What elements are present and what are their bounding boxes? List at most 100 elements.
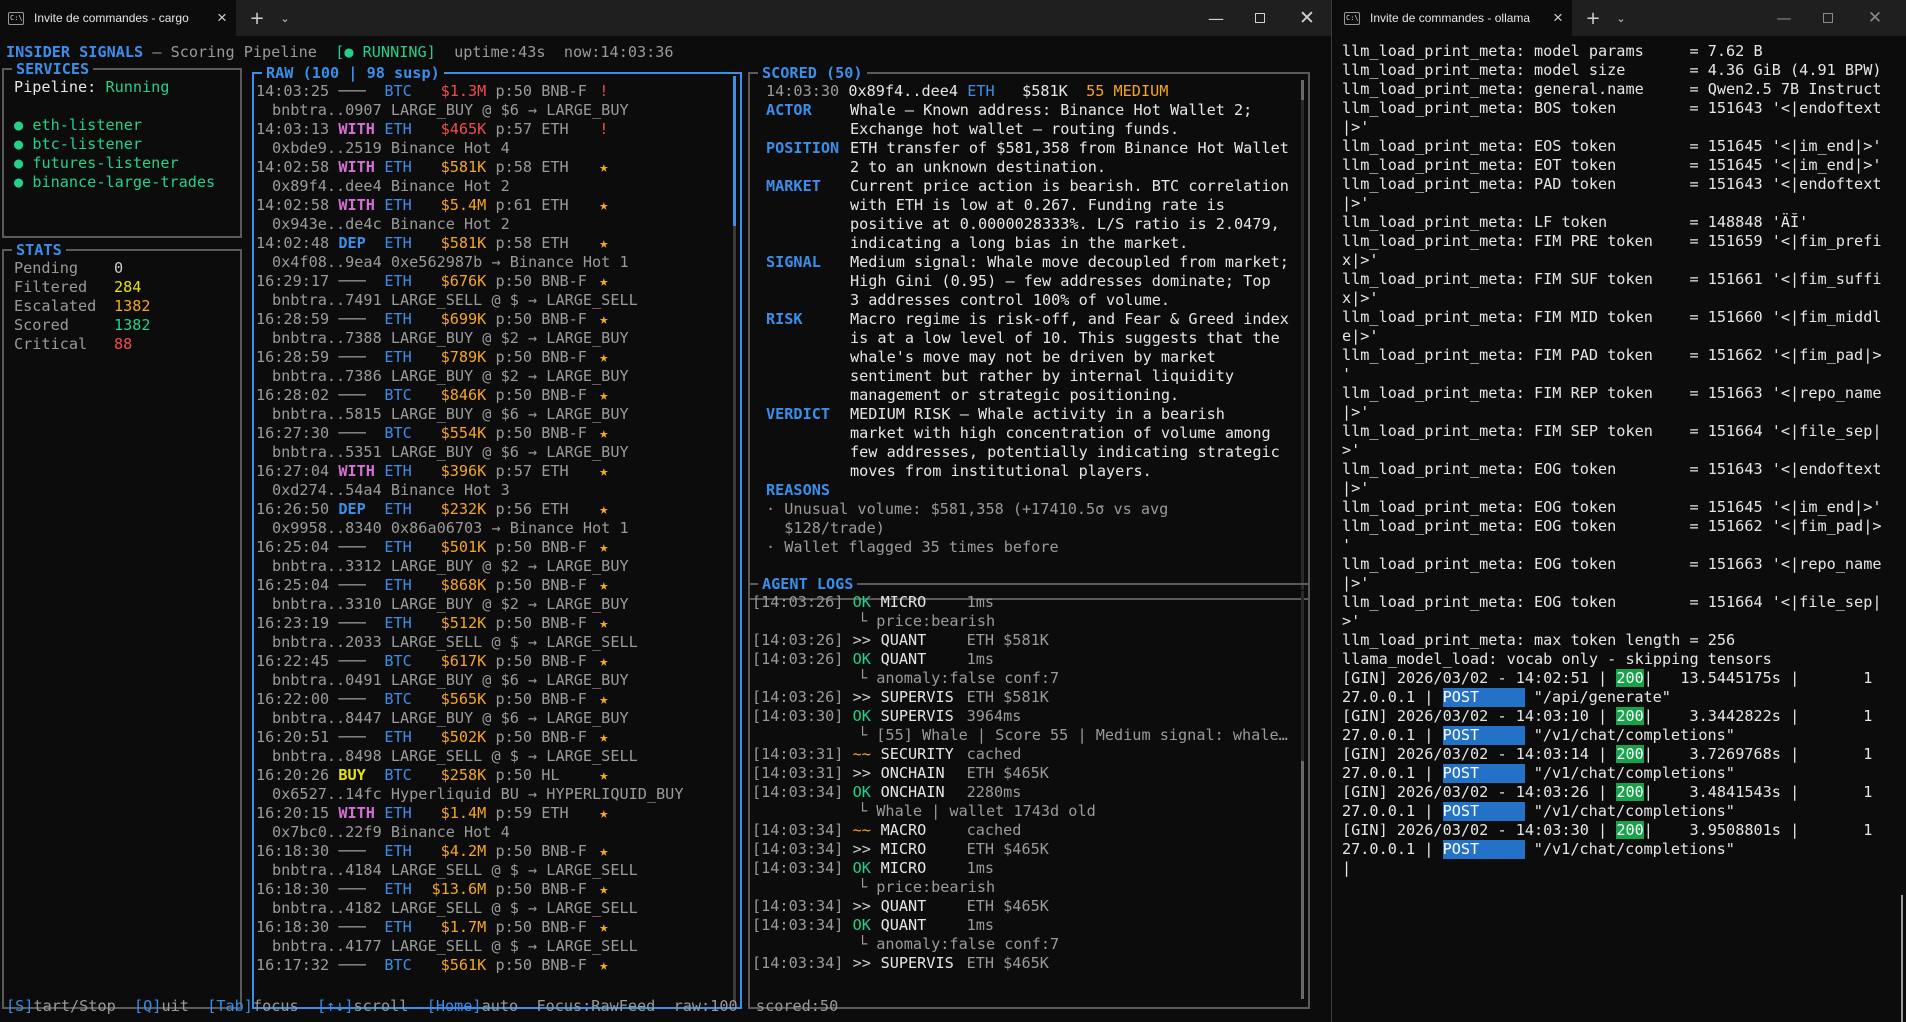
gin-tail: 1 bbox=[1863, 783, 1873, 801]
raw-time: 16:28:59 bbox=[256, 348, 330, 366]
raw-p-score: p:57 bbox=[495, 462, 533, 480]
gin-ip: 27.0.0.1 | bbox=[1342, 840, 1434, 858]
raw-time: 16:22:45 bbox=[256, 652, 330, 670]
raw-row[interactable]: 16:28:02 ─── BTC $846K p:50 BNB-F ★ bbox=[256, 386, 740, 405]
raw-row[interactable]: 16:18:30 ─── ETH $4.2M p:50 BNB-F ★ bbox=[256, 842, 740, 861]
raw-amount: $501K bbox=[440, 538, 487, 556]
scored-line: positive at 0.0000028333%. L/S ratio is … bbox=[766, 215, 1308, 234]
scored-scroll-thumb[interactable] bbox=[1301, 80, 1304, 100]
close-tab-icon[interactable]: × bbox=[208, 8, 236, 28]
chevron-down-icon[interactable]: ⌄ bbox=[1612, 0, 1630, 36]
footer-key[interactable]: [Tab] bbox=[207, 997, 253, 1015]
footer-key[interactable]: [Q] bbox=[134, 997, 161, 1015]
raw-feed-panel[interactable]: RAW (100 | 98 susp) 14:03:25 ─── BTC $1.3M… bbox=[252, 64, 742, 1009]
raw-p-score: p:57 bbox=[495, 120, 533, 138]
raw-amount: $868K bbox=[440, 576, 487, 594]
close-tab-icon[interactable]: × bbox=[1544, 8, 1572, 28]
new-tab-icon[interactable]: + bbox=[246, 0, 268, 36]
raw-amount: $581K bbox=[440, 234, 487, 252]
raw-row[interactable]: 16:18:30 ─── ETH $1.7M p:50 BNB-F ★ bbox=[256, 918, 740, 937]
raw-scrollbar[interactable] bbox=[733, 76, 736, 1005]
raw-amount: $502K bbox=[440, 728, 487, 746]
alert-icon: ! bbox=[599, 82, 609, 100]
raw-row[interactable]: 16:28:59 ─── ETH $699K p:50 BNB-F ★ bbox=[256, 310, 740, 329]
tab-cargo[interactable]: C:\ Invite de commandes - cargo × bbox=[0, 0, 236, 36]
raw-p-score: p:56 bbox=[495, 500, 533, 518]
raw-amount: $565K bbox=[440, 690, 487, 708]
scored-label-risk: RISK bbox=[766, 310, 803, 328]
cursor[interactable]: | bbox=[1342, 859, 1351, 877]
raw-row[interactable]: 14:02:58 WITH ETH $5.4M p:61 ETH ★ bbox=[256, 196, 740, 215]
gin-path: "/v1/chat/completions" bbox=[1533, 726, 1735, 744]
tab-ollama[interactable]: C:\ Invite de commandes - ollama × bbox=[1336, 0, 1572, 36]
raw-scroll-thumb[interactable] bbox=[733, 76, 736, 226]
footer-key[interactable]: [Home] bbox=[427, 997, 482, 1015]
log-time: [14:03:34] bbox=[752, 954, 844, 972]
star-icon: ★ bbox=[599, 728, 609, 746]
log-agent: SUPERVIS bbox=[880, 707, 954, 725]
scored-panel[interactable]: SCORED (50) 14:03:30 0x89f4..dee4 ETH $5… bbox=[748, 64, 1310, 600]
raw-row[interactable]: 16:27:30 ─── BTC $554K p:50 BNB-F ★ bbox=[256, 424, 740, 443]
footer-key[interactable]: [↑↓] bbox=[317, 997, 354, 1015]
log-time: [14:03:34] bbox=[752, 859, 844, 877]
titlebar: C:\ Invite de commandes - ollama × + ⌄ —… bbox=[1336, 0, 1906, 36]
minimize-icon[interactable]: — bbox=[1764, 0, 1804, 36]
gin-prefix: [GIN] 2026/03/02 - 14:03:30 | bbox=[1342, 821, 1608, 839]
log-line: |>' bbox=[1342, 194, 1906, 213]
close-window-icon[interactable]: ✕ bbox=[1852, 0, 1898, 36]
scored-text: with ETH is low at 0.267. Funding rate i… bbox=[850, 196, 1225, 214]
raw-row[interactable]: 16:20:15 WITH ETH $1.4M p:59 ETH ★ bbox=[256, 804, 740, 823]
scored-scrollbar[interactable] bbox=[1301, 80, 1304, 590]
raw-row[interactable]: 16:23:19 ─── ETH $512K p:50 BNB-F ★ bbox=[256, 614, 740, 633]
footer-key[interactable]: [S] bbox=[6, 997, 33, 1015]
raw-row[interactable]: 16:22:00 ─── BTC $565K p:50 BNB-F ★ bbox=[256, 690, 740, 709]
new-tab-icon[interactable]: + bbox=[1582, 0, 1604, 36]
raw-row[interactable]: 16:26:50 DEP ETH $232K p:56 ETH ★ bbox=[256, 500, 740, 519]
scored-line: management or strategic positioning. bbox=[766, 386, 1308, 405]
ollama-scrollbar[interactable] bbox=[1901, 895, 1903, 1022]
log-sub-text: └ [55] Whale | Score 55 | Medium signal:… bbox=[858, 726, 1288, 744]
raw-row[interactable]: 16:17:32 ─── BTC $561K p:50 BNB-F ★ bbox=[256, 956, 740, 975]
minimize-icon[interactable]: — bbox=[1196, 0, 1236, 36]
raw-row[interactable]: 14:02:58 WITH ETH $581K p:58 ETH ★ bbox=[256, 158, 740, 177]
raw-row[interactable]: 14:03:25 ─── BTC $1.3M p:50 BNB-F! bbox=[256, 82, 740, 101]
maximize-icon[interactable] bbox=[1808, 0, 1848, 36]
logs-scrollbar[interactable] bbox=[1301, 591, 1304, 999]
log-detail: 3964ms bbox=[966, 707, 1022, 725]
footer-label: uit bbox=[161, 997, 189, 1015]
raw-detail: bnbtra..8447 LARGE_BUY @ $6 → LARGE_BUY bbox=[272, 709, 740, 728]
maximize-icon[interactable] bbox=[1240, 0, 1280, 36]
raw-row[interactable]: 16:29:17 ─── ETH $676K p:50 BNB-F ★ bbox=[256, 272, 740, 291]
log-time: [14:03:31] bbox=[752, 764, 844, 782]
log-text: llm_load_print_meta: EOS token = 151645 … bbox=[1342, 137, 1882, 155]
raw-row[interactable]: 16:18:30 ─── ETH $13.6M p:50 BNB-F ★ bbox=[256, 880, 740, 899]
logs-scroll-thumb[interactable] bbox=[1301, 761, 1304, 999]
raw-detail-text: 0x943e..de4c Binance Hot 2 bbox=[272, 215, 510, 233]
raw-row[interactable]: 16:20:51 ─── ETH $502K p:50 BNB-F ★ bbox=[256, 728, 740, 747]
raw-row[interactable]: 16:22:45 ─── BTC $617K p:50 BNB-F ★ bbox=[256, 652, 740, 671]
app-subtitle: Scoring Pipeline bbox=[170, 43, 317, 61]
raw-direction: WITH bbox=[338, 804, 375, 822]
chevron-down-icon[interactable]: ⌄ bbox=[276, 0, 294, 36]
raw-row[interactable]: 16:20:26 BUY BTC $258K p:50 HL ★ bbox=[256, 766, 740, 785]
close-window-icon[interactable]: ✕ bbox=[1284, 0, 1330, 36]
raw-row[interactable]: 14:02:48 DEP ETH $581K p:58 ETH ★ bbox=[256, 234, 740, 253]
gin-ip: 27.0.0.1 | bbox=[1342, 726, 1434, 744]
raw-row[interactable]: 16:27:04 WITH ETH $396K p:57 ETH ★ bbox=[256, 462, 740, 481]
log-status: OK bbox=[852, 650, 871, 668]
raw-time: 16:20:15 bbox=[256, 804, 330, 822]
scored-text: 2 to an unknown destination. bbox=[850, 158, 1107, 176]
agent-logs-panel[interactable]: AGENT LOGS [14:03:26] OK MICRO 1ms └ price:… bbox=[748, 575, 1310, 1009]
scored-text: management or strategic positioning. bbox=[850, 386, 1180, 404]
log-status: OK bbox=[852, 916, 871, 934]
raw-row[interactable]: 16:28:59 ─── ETH $789K p:50 BNB-F ★ bbox=[256, 348, 740, 367]
gin-ip: 27.0.0.1 | bbox=[1342, 764, 1434, 782]
raw-row[interactable]: 14:03:13 WITH ETH $465K p:57 ETH! bbox=[256, 120, 740, 139]
raw-row[interactable]: 16:25:04 ─── ETH $868K p:50 BNB-F ★ bbox=[256, 576, 740, 595]
raw-amount: $396K bbox=[440, 462, 487, 480]
raw-row[interactable]: 16:25:04 ─── ETH $501K p:50 BNB-F ★ bbox=[256, 538, 740, 557]
star-icon: ★ bbox=[599, 500, 609, 518]
raw-amount: $4.2M bbox=[440, 842, 487, 860]
log-status: >> bbox=[852, 631, 871, 649]
raw-p-score: p:50 bbox=[495, 82, 533, 100]
